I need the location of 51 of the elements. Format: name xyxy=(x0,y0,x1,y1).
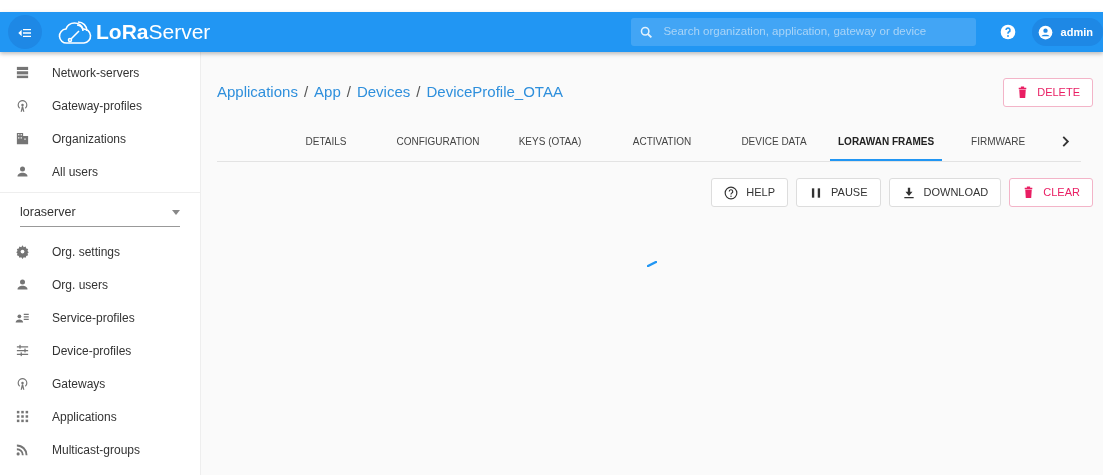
tab[interactable]: DEVICE DATA xyxy=(718,123,830,161)
antenna-icon xyxy=(15,376,30,391)
sidebar-item[interactable]: Gateway-profiles xyxy=(0,89,200,122)
organization-select[interactable]: loraserver xyxy=(20,197,180,227)
sidebar-item[interactable]: All users xyxy=(0,155,200,188)
tab[interactable]: DETAILS xyxy=(270,123,382,161)
account-icon xyxy=(1037,24,1053,40)
rss-icon xyxy=(15,442,30,457)
settings-icon xyxy=(15,244,30,259)
sidebar-item[interactable]: Device-profiles xyxy=(0,334,200,367)
logo-text: LoRaServer xyxy=(96,19,211,46)
sidebar-item[interactable]: Org. users xyxy=(0,268,200,301)
user-menu-button[interactable]: admin xyxy=(1031,18,1103,46)
tab[interactable]: CONFIGURATION xyxy=(382,123,494,161)
loading-spinner xyxy=(647,261,657,267)
tab[interactable]: ACTIVATION xyxy=(606,123,718,161)
breadcrumb-separator: / xyxy=(303,82,309,103)
sliders-icon xyxy=(15,343,30,358)
caret-icon xyxy=(172,210,180,216)
tab[interactable]: FIRMWARE xyxy=(942,123,1055,161)
search-icon xyxy=(638,24,654,40)
breadcrumb-separator: / xyxy=(346,82,351,103)
download-button[interactable]: DOWNLOAD xyxy=(888,178,1002,207)
search-field[interactable]: Search organization, application, gateway or device xyxy=(630,18,976,46)
cloud-icon xyxy=(58,19,92,45)
tab[interactable]: LORAWAN FRAMES xyxy=(830,123,943,161)
sidebar-item[interactable]: Applications xyxy=(0,400,200,433)
pause-button[interactable]: PAUSE xyxy=(796,178,881,207)
sidebar-item[interactable]: Organizations xyxy=(0,122,200,155)
antenna-icon xyxy=(15,98,30,113)
sidebar-item[interactable]: Org. settings xyxy=(0,235,200,268)
sidebar-item[interactable]: Gateways xyxy=(0,367,200,400)
delete-button[interactable]: DELETE xyxy=(1003,78,1093,107)
breadcrumb-separator: / xyxy=(416,82,421,103)
sidebar-item[interactable]: Service-profiles xyxy=(0,301,200,334)
help-icon[interactable] xyxy=(999,24,1016,40)
building-icon xyxy=(15,131,30,146)
download-icon xyxy=(901,185,916,200)
search-input[interactable]: Search organization, application, gateway or device xyxy=(661,22,968,42)
help-button[interactable]: HELP xyxy=(711,178,789,207)
tab[interactable]: KEYS (OTAA) xyxy=(494,123,606,161)
sidebar-item[interactable]: Network-servers xyxy=(0,56,200,89)
person-icon xyxy=(15,164,30,179)
server-icon xyxy=(15,65,30,80)
menu-button[interactable] xyxy=(8,15,42,49)
sidebar-item[interactable]: Multicast-groups xyxy=(0,433,200,466)
person-icon xyxy=(15,277,30,292)
chevron-right-icon xyxy=(1062,136,1071,148)
apps-grid-icon xyxy=(15,409,30,424)
help-icon xyxy=(724,185,739,200)
clear-button[interactable]: CLEAR xyxy=(1009,178,1093,207)
